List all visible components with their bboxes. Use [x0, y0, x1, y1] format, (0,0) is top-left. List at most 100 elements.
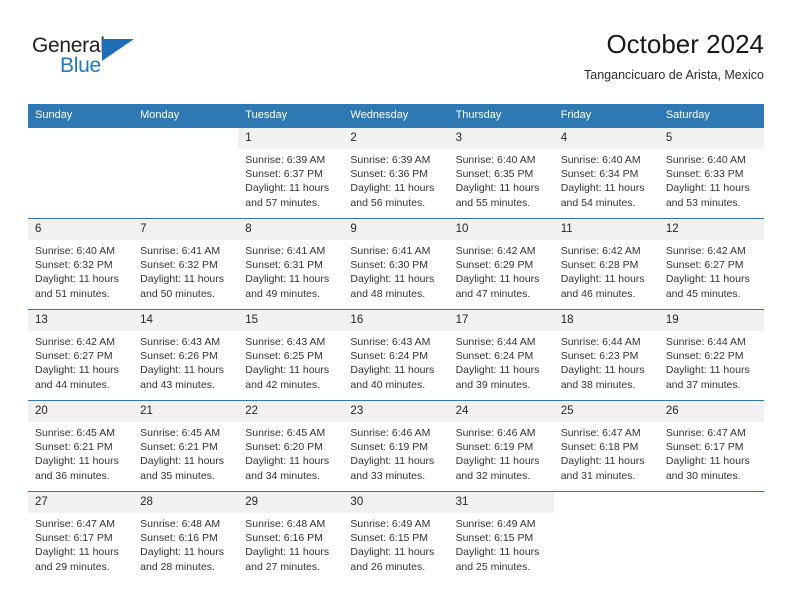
calendar-day-cell[interactable]: 13 Sunrise: 6:42 AM Sunset: 6:27 PM Dayligh…: [28, 310, 134, 400]
sunset-text: Sunset: 6:16 PM: [245, 532, 323, 545]
day-details: Sunrise: 6:47 AM Sunset: 6:18 PM Daylight:…: [554, 422, 659, 483]
daylight-text-line1: Daylight: 11 hours: [455, 546, 540, 559]
page-title: October 2024: [606, 29, 764, 59]
sunrise-text: Sunrise: 6:40 AM: [665, 154, 746, 166]
day-details: Sunrise: 6:43 AM Sunset: 6:26 PM Daylight:…: [133, 331, 238, 392]
daylight-text-line2: and 40 minutes.: [350, 378, 426, 391]
calendar-day-cell[interactable]: 15 Sunrise: 6:43 AM Sunset: 6:25 PM Dayligh…: [238, 310, 344, 400]
day-number: 9: [343, 219, 449, 240]
day-details: Sunrise: 6:49 AM Sunset: 6:15 PM Daylight:…: [343, 513, 448, 574]
calendar-day-cell[interactable]: 8 Sunrise: 6:41 AM Sunset: 6:31 PM Daylight…: [238, 219, 344, 309]
calendar-day-cell[interactable]: 3 Sunrise: 6:40 AM Sunset: 6:35 PM Daylight…: [448, 128, 554, 218]
calendar-day-cell[interactable]: 24 Sunrise: 6:46 AM Sunset: 6:19 PM Dayligh…: [448, 401, 554, 491]
calendar-table: Sunday Monday Tuesday Wednesday Thursday…: [28, 104, 764, 582]
day-number: 12: [658, 219, 764, 240]
column-header-saturday: Saturday: [658, 104, 764, 128]
sunrise-text: Sunrise: 6:40 AM: [455, 154, 536, 166]
day-number: 18: [553, 310, 659, 331]
day-number: 26: [658, 401, 764, 422]
calendar-day-cell[interactable]: 26 Sunrise: 6:47 AM Sunset: 6:17 PM Dayligh…: [658, 401, 764, 491]
calendar-day-cell[interactable]: 5 Sunrise: 6:40 AM Sunset: 6:33 PM Daylight…: [658, 128, 764, 218]
day-number: 5: [658, 128, 764, 149]
daylight-text-line2: and 29 minutes.: [35, 560, 110, 573]
daylight-text-line1: Daylight: 11 hours: [455, 364, 540, 377]
calendar-day-cell[interactable]: 21 Sunrise: 6:45 AM Sunset: 6:21 PM Dayligh…: [133, 401, 239, 491]
day-number: 15: [238, 310, 344, 331]
day-number: 31: [448, 492, 554, 513]
calendar-day-cell[interactable]: 11 Sunrise: 6:42 AM Sunset: 6:28 PM Dayligh…: [553, 219, 659, 309]
sunset-text: Sunset: 6:27 PM: [35, 350, 113, 363]
calendar-day-cell[interactable]: 17 Sunrise: 6:44 AM Sunset: 6:24 PM Dayligh…: [448, 310, 554, 400]
calendar-body: 1 Sunrise: 6:39 AM Sunset: 6:37 PM Daylight…: [28, 127, 764, 582]
daylight-text-line1: Daylight: 11 hours: [350, 546, 435, 559]
page-subtitle: Tangancicuaro de Arista, Mexico: [584, 68, 764, 82]
daylight-text-line2: and 37 minutes.: [665, 378, 741, 391]
sunset-text: Sunset: 6:25 PM: [245, 350, 323, 363]
day-details: Sunrise: 6:42 AM Sunset: 6:27 PM Daylight:…: [28, 331, 133, 392]
daylight-text-line1: Daylight: 11 hours: [560, 455, 645, 468]
sunrise-text: Sunrise: 6:42 AM: [560, 245, 641, 257]
daylight-text-line1: Daylight: 11 hours: [245, 273, 330, 286]
day-number: 8: [238, 219, 344, 240]
day-number: 23: [343, 401, 449, 422]
day-details: Sunrise: 6:42 AM Sunset: 6:28 PM Daylight:…: [554, 240, 659, 301]
daylight-text-line1: Daylight: 11 hours: [560, 182, 645, 195]
calendar-day-cell[interactable]: 1 Sunrise: 6:39 AM Sunset: 6:37 PM Daylight…: [238, 128, 344, 218]
sunset-text: Sunset: 6:22 PM: [665, 350, 744, 363]
calendar-day-cell[interactable]: 20 Sunrise: 6:45 AM Sunset: 6:21 PM Dayligh…: [28, 401, 134, 491]
calendar-day-cell[interactable]: 27 Sunrise: 6:47 AM Sunset: 6:17 PM Dayligh…: [28, 492, 134, 582]
triangle-icon: [102, 39, 134, 61]
day-number: 24: [448, 401, 554, 422]
daylight-text-line2: and 45 minutes.: [665, 287, 741, 300]
daylight-text-line2: and 34 minutes.: [245, 469, 320, 482]
calendar-day-cell[interactable]: 4 Sunrise: 6:40 AM Sunset: 6:34 PM Daylight…: [553, 128, 659, 218]
day-number: 22: [238, 401, 344, 422]
calendar-day-cell[interactable]: 12 Sunrise: 6:42 AM Sunset: 6:27 PM Dayligh…: [658, 219, 764, 309]
day-number: [133, 128, 239, 149]
daylight-text-line2: and 28 minutes.: [140, 560, 215, 573]
calendar-day-cell[interactable]: 14 Sunrise: 6:43 AM Sunset: 6:26 PM Dayligh…: [133, 310, 239, 400]
calendar-empty-cell: [658, 492, 764, 582]
daylight-text-line1: Daylight: 11 hours: [140, 546, 224, 559]
sunrise-text: Sunrise: 6:47 AM: [560, 427, 641, 439]
calendar-day-cell[interactable]: 31 Sunrise: 6:49 AM Sunset: 6:15 PM Dayligh…: [448, 492, 554, 582]
calendar-day-cell[interactable]: 30 Sunrise: 6:49 AM Sunset: 6:15 PM Dayligh…: [343, 492, 449, 582]
calendar-day-cell[interactable]: 28 Sunrise: 6:48 AM Sunset: 6:16 PM Dayligh…: [133, 492, 239, 582]
daylight-text-line2: and 51 minutes.: [35, 287, 110, 300]
daylight-text-line2: and 35 minutes.: [140, 469, 215, 482]
day-details: Sunrise: 6:46 AM Sunset: 6:19 PM Daylight:…: [449, 422, 554, 483]
sunset-text: Sunset: 6:23 PM: [560, 350, 639, 363]
calendar-day-cell[interactable]: 2 Sunrise: 6:39 AM Sunset: 6:36 PM Daylight…: [343, 128, 449, 218]
calendar-day-cell[interactable]: 16 Sunrise: 6:43 AM Sunset: 6:24 PM Dayligh…: [343, 310, 449, 400]
calendar-day-cell[interactable]: 6 Sunrise: 6:40 AM Sunset: 6:32 PM Daylight…: [28, 219, 134, 309]
daylight-text-line1: Daylight: 11 hours: [665, 364, 750, 377]
sunrise-text: Sunrise: 6:44 AM: [455, 336, 536, 348]
calendar-day-cell[interactable]: 29 Sunrise: 6:48 AM Sunset: 6:16 PM Dayligh…: [238, 492, 344, 582]
sunrise-text: Sunrise: 6:46 AM: [350, 427, 431, 439]
calendar-day-cell[interactable]: 25 Sunrise: 6:47 AM Sunset: 6:18 PM Dayligh…: [553, 401, 659, 491]
daylight-text-line1: Daylight: 11 hours: [35, 273, 119, 286]
column-header-tuesday: Tuesday: [238, 104, 344, 128]
day-details: Sunrise: 6:45 AM Sunset: 6:21 PM Daylight:…: [28, 422, 133, 483]
sunrise-text: Sunrise: 6:41 AM: [245, 245, 326, 257]
calendar-day-cell[interactable]: 19 Sunrise: 6:44 AM Sunset: 6:22 PM Dayligh…: [658, 310, 764, 400]
day-number: [28, 128, 134, 149]
calendar-day-cell[interactable]: 7 Sunrise: 6:41 AM Sunset: 6:32 PM Daylight…: [133, 219, 239, 309]
day-number: 2: [343, 128, 449, 149]
brand-logo[interactable]: General Blue: [32, 34, 152, 84]
daylight-text-line2: and 44 minutes.: [35, 378, 110, 391]
daylight-text-line1: Daylight: 11 hours: [455, 182, 540, 195]
day-details: Sunrise: 6:41 AM Sunset: 6:30 PM Daylight:…: [343, 240, 448, 301]
calendar-day-cell[interactable]: 10 Sunrise: 6:42 AM Sunset: 6:29 PM Dayligh…: [448, 219, 554, 309]
calendar-day-cell[interactable]: 22 Sunrise: 6:45 AM Sunset: 6:20 PM Dayligh…: [238, 401, 344, 491]
day-details: Sunrise: 6:41 AM Sunset: 6:32 PM Daylight:…: [133, 240, 238, 301]
day-number: 14: [133, 310, 239, 331]
sunset-text: Sunset: 6:19 PM: [350, 441, 429, 454]
calendar-day-cell[interactable]: 18 Sunrise: 6:44 AM Sunset: 6:23 PM Dayligh…: [553, 310, 659, 400]
calendar-day-cell[interactable]: 23 Sunrise: 6:46 AM Sunset: 6:19 PM Dayligh…: [343, 401, 449, 491]
daylight-text-line2: and 38 minutes.: [560, 378, 636, 391]
calendar-day-cell[interactable]: 9 Sunrise: 6:41 AM Sunset: 6:30 PM Daylight…: [343, 219, 449, 309]
title-block: October 2024 Tangancicuaro de Arista, Me…: [584, 28, 764, 84]
daylight-text-line2: and 55 minutes.: [455, 196, 531, 209]
daylight-text-line1: Daylight: 11 hours: [35, 364, 119, 377]
